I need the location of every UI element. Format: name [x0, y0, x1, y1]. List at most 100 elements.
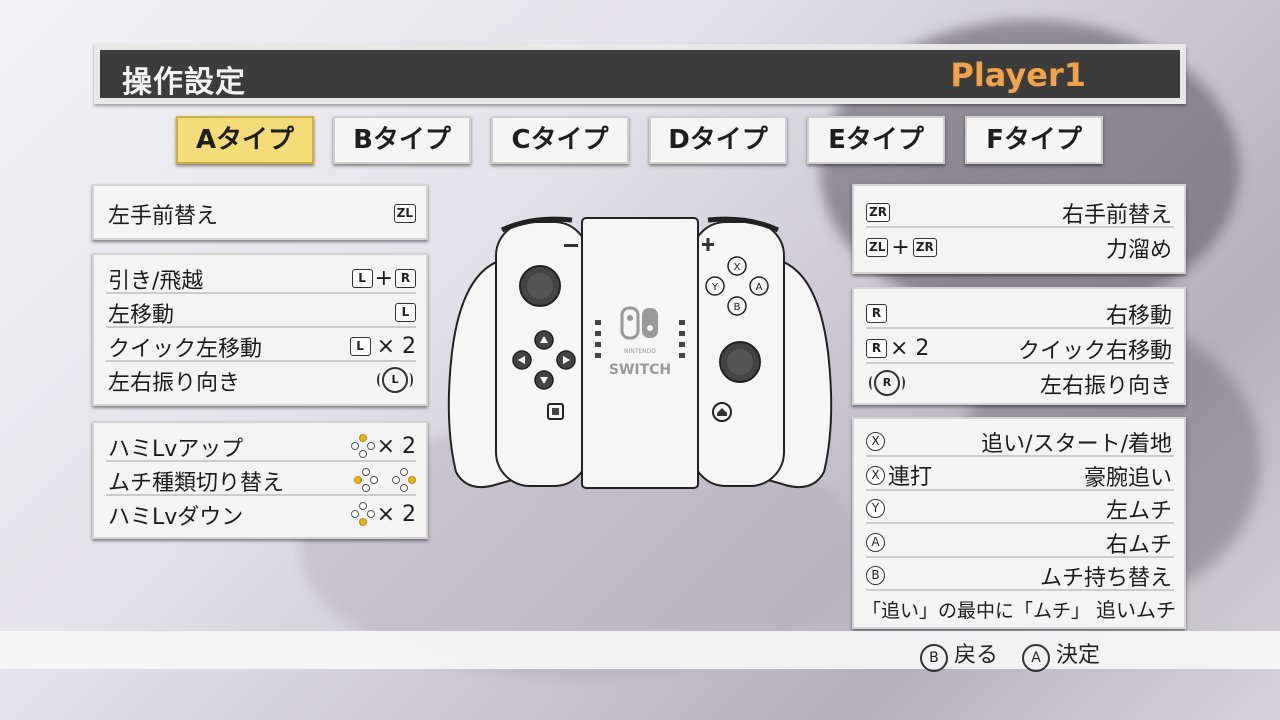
right-panel-grip: ZR 右手前替え ZL + ZR 力溜め: [852, 184, 1186, 274]
dpad-down-icon: [350, 502, 375, 526]
r-button-icon: R: [866, 338, 887, 358]
x-button-icon: X: [866, 465, 885, 485]
dpad-left-icon: [354, 468, 378, 492]
key-combo: ZL: [393, 200, 416, 226]
mapping-row: 引き/飛越 L + R: [106, 261, 416, 294]
y-button-icon: Y: [866, 498, 885, 518]
key-combo: L + R: [351, 265, 416, 291]
right-panel-movement: R 右移動 R × 2 クイック右移動 R 左右振り向き: [852, 287, 1186, 405]
r-button-icon: R: [395, 268, 416, 288]
a-button-icon: A: [1021, 644, 1050, 672]
mapping-row: A 右ムチ: [866, 525, 1174, 558]
mapping-row: ZR 右手前替え: [866, 195, 1174, 228]
l-button-icon: L: [351, 268, 373, 288]
key-combo: L: [395, 299, 416, 325]
brand-top: NINTENDO: [624, 348, 656, 355]
tab-e-type[interactable]: Eタイプ: [807, 116, 945, 164]
key-combo: R × 2: [866, 335, 929, 361]
back-action[interactable]: B 戻る: [919, 637, 998, 672]
key-combo: X 連打: [866, 462, 933, 490]
key-combo: ZR: [866, 199, 890, 225]
mapping-row: R 左右振り向き: [866, 366, 1174, 399]
confirm-action[interactable]: A 決定: [1021, 637, 1100, 672]
a-button-label: A: [756, 282, 763, 293]
mapping-row: ZL + ZR 力溜め: [866, 230, 1174, 263]
action-label: 豪腕追い: [1083, 466, 1172, 491]
tab-f-type[interactable]: Fタイプ: [965, 116, 1103, 164]
mapping-row: R × 2 クイック右移動: [866, 331, 1174, 364]
times-two: × 2: [376, 501, 416, 527]
key-combo: × 2: [350, 433, 416, 459]
header-bar: 操作設定 Player1: [94, 44, 1186, 104]
action-label: 引き/飛越: [108, 269, 204, 294]
footer-bar: B 戻る A 決定: [0, 631, 1280, 672]
tab-b-type[interactable]: Bタイプ: [333, 116, 471, 164]
key-combo: L × 2: [349, 333, 416, 359]
action-label: 左右振り向き: [1039, 374, 1172, 399]
right-panel-whip: X 追い/スタート/着地 X 連打 豪腕追い Y 左ムチ A 右ムチ B ムチ持…: [852, 417, 1186, 629]
action-label: ムチ種類切り替え: [108, 471, 285, 496]
action-label: 左移動: [108, 303, 175, 328]
action-label: 右移動: [1105, 304, 1172, 329]
left-stick-press-icon: L: [377, 367, 413, 393]
key-combo: [354, 467, 416, 493]
mapping-row: Y 左ムチ: [866, 491, 1174, 524]
action-label: ハミLvダウン: [108, 505, 244, 530]
mapping-row: R 右移動: [866, 296, 1174, 329]
l-button-icon: L: [349, 336, 371, 356]
tab-a-type[interactable]: Aタイプ: [176, 116, 314, 164]
key-combo: L: [377, 367, 413, 393]
mapping-row: 「追い」の最中に「ムチ」 追いムチ: [862, 592, 1178, 625]
zl-button-icon: ZL: [393, 203, 416, 223]
zl-button-icon: ZL: [866, 237, 889, 257]
mapping-row: クイック左移動 L × 2: [106, 329, 416, 362]
key-combo: × 2: [350, 501, 416, 527]
mapping-row: 左右振り向き L: [106, 363, 416, 396]
action-label: ハミLvアップ: [108, 437, 244, 462]
player-label: Player1: [950, 56, 1086, 94]
action-label: 左手前替え: [108, 204, 219, 229]
brand-bottom: SWITCH: [609, 362, 671, 378]
key-combo: R: [866, 300, 887, 326]
times-two: × 2: [890, 335, 930, 361]
confirm-label: 決定: [1055, 643, 1100, 668]
tab-c-type[interactable]: Cタイプ: [491, 116, 629, 164]
r-button-icon: R: [866, 303, 887, 323]
action-label: 追い/スタート/着地: [981, 432, 1172, 457]
action-label: 左ムチ: [1105, 499, 1172, 524]
joycon-grip-illustration: X Y A B NINTENDO SWITCH: [447, 216, 833, 489]
key-combo: A: [866, 529, 885, 555]
mapping-row: X 追い/スタート/着地: [866, 424, 1174, 457]
mapping-row: 左手前替え ZL: [106, 196, 416, 229]
mapping-row: 左移動 L: [106, 295, 416, 328]
plus-sign: +: [891, 234, 910, 260]
times-two: × 2: [376, 333, 416, 359]
times-two: × 2: [376, 433, 416, 459]
plus-sign: +: [374, 265, 393, 291]
right-stick-press-icon: R: [869, 370, 905, 396]
x-button-icon: X: [866, 431, 885, 451]
dpad-up-icon: [350, 434, 375, 458]
b-button-icon: B: [866, 565, 885, 585]
y-button-label: Y: [711, 282, 719, 293]
dpad-right-icon: [392, 468, 416, 492]
mapping-row: ハミLvダウン × 2: [106, 497, 416, 531]
key-combo: R: [869, 370, 905, 396]
page-title: 操作設定: [122, 65, 246, 100]
action-label: 左右振り向き: [108, 371, 241, 396]
l-button-icon: L: [395, 302, 416, 322]
tab-d-type[interactable]: Dタイプ: [649, 116, 787, 164]
footer-actions: B 戻る A 決定: [919, 637, 1100, 672]
action-label: クイック右移動: [1017, 339, 1172, 364]
action-label: クイック左移動: [108, 337, 263, 362]
mapping-row: ハミLvアップ × 2: [106, 429, 416, 462]
mapping-row: ムチ種類切り替え: [106, 463, 416, 496]
key-combo: X: [866, 428, 885, 454]
b-button-icon: B: [919, 644, 948, 672]
key-combo: ZL + ZR: [866, 234, 937, 260]
action-label: 右ムチ: [1105, 533, 1172, 558]
mash-label: 連打: [888, 465, 933, 490]
left-panel-grip: 左手前替え ZL: [92, 184, 428, 240]
key-combo: Y: [866, 495, 885, 521]
zr-button-icon: ZR: [912, 237, 937, 257]
